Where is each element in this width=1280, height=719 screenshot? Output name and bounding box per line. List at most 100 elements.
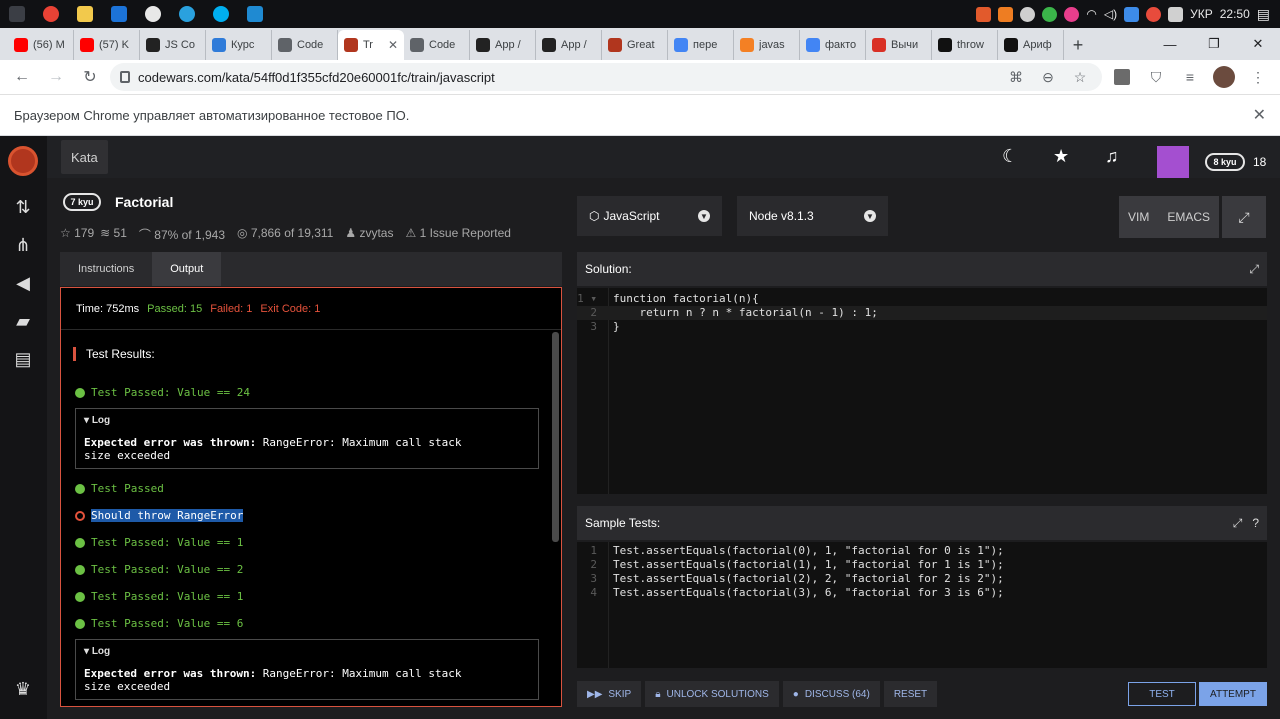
notifications-bell-icon[interactable]: ♫	[1105, 146, 1119, 167]
reading-list-icon[interactable]: ≡	[1176, 63, 1204, 91]
author-stat[interactable]: ♟ zvytas	[345, 226, 393, 243]
url-text[interactable]: codewars.com/kata/54ff0d1f355cfd20e60001…	[138, 70, 996, 85]
kumite-icon[interactable]: ⋔	[8, 230, 38, 260]
file-explorer-icon[interactable]	[68, 0, 102, 28]
attempt-button[interactable]: ATTEMPT	[1199, 682, 1267, 706]
log-toggle[interactable]: ▾ Log	[84, 646, 530, 657]
tray-app-icon[interactable]	[1020, 6, 1036, 22]
log-block[interactable]: ▾ Log Expected error was thrown: RangeEr…	[75, 639, 539, 700]
browser-tab[interactable]: App /	[470, 30, 536, 60]
fullscreen-icon[interactable]: ⤢	[1222, 196, 1266, 238]
wifi-icon[interactable]: ◠	[1086, 7, 1096, 21]
volume-icon[interactable]: ◁)	[1104, 7, 1117, 21]
bookmarks-icon[interactable]: ★	[1053, 146, 1069, 167]
browser-tab[interactable]: JS Co	[140, 30, 206, 60]
menu-icon[interactable]: ⋮	[1244, 63, 1272, 91]
close-icon[interactable]: ✕	[1253, 105, 1266, 125]
code-line[interactable]: 1 Test.assertEquals(factorial(0), 1, "fac…	[577, 544, 1267, 558]
tab-instructions[interactable]: Instructions	[60, 252, 152, 286]
trophy-icon[interactable]: ♛	[8, 674, 38, 704]
browser-tab[interactable]: Code	[272, 30, 338, 60]
profile-avatar[interactable]	[1210, 63, 1238, 91]
windows-start-icon[interactable]	[0, 0, 34, 28]
codewars-logo[interactable]	[8, 146, 38, 176]
lock-icon[interactable]	[120, 71, 130, 83]
issues-stat[interactable]: ⚠ 1 Issue Reported	[405, 226, 511, 243]
language-select[interactable]: ⬡ JavaScript ▼	[577, 196, 722, 236]
chrome-icon[interactable]	[34, 0, 68, 28]
minimize-icon[interactable]: —	[1148, 28, 1192, 60]
vscode-icon[interactable]	[238, 0, 272, 28]
kata-title[interactable]: Factorial	[115, 194, 173, 210]
clock[interactable]: 22:50	[1220, 7, 1250, 21]
runtime-select[interactable]: Node v8.1.3 ▼	[737, 196, 888, 236]
code-line[interactable]: 2 return n ? n * factorial(n - 1) : 1;	[577, 306, 1267, 320]
browser-tab[interactable]: Great	[602, 30, 668, 60]
output-scrollbar[interactable]	[552, 332, 559, 542]
browser-tab[interactable]: throw	[932, 30, 998, 60]
notifications-icon[interactable]: ▤	[1257, 6, 1270, 23]
browser-tab[interactable]: факто	[800, 30, 866, 60]
code-line[interactable]: 2 Test.assertEquals(factorial(1), 1, "fac…	[577, 558, 1267, 572]
solution-editor[interactable]: 1 ▾ function factorial(n){ 2 return n ? n…	[577, 288, 1267, 494]
language-indicator[interactable]: УКР	[1190, 7, 1213, 21]
test-button[interactable]: TEST	[1128, 682, 1196, 706]
tray-app-icon[interactable]	[1064, 6, 1080, 22]
user-avatar[interactable]	[1157, 146, 1189, 178]
unlock-solutions-button[interactable]: 🔒︎ UNLOCK SOLUTIONS	[645, 681, 779, 707]
tray-app-icon[interactable]	[998, 6, 1014, 22]
address-bar[interactable]: codewars.com/kata/54ff0d1f355cfd20e60001…	[110, 63, 1102, 91]
browser-tab[interactable]: Tr ✕	[338, 30, 404, 60]
reload-icon[interactable]: ↻	[76, 63, 104, 91]
browser-tab[interactable]: (57) K	[74, 30, 140, 60]
zoom-icon[interactable]: ⊖	[1036, 65, 1060, 89]
tray-check-icon[interactable]	[1042, 6, 1058, 22]
sample-tests-editor[interactable]: 1 Test.assertEquals(factorial(0), 1, "fac…	[577, 542, 1267, 668]
telegram-icon[interactable]	[170, 0, 204, 28]
chat-icon[interactable]: ▰	[8, 306, 38, 336]
browser-tab[interactable]: Курс	[206, 30, 272, 60]
log-toggle[interactable]: ▾ Log	[84, 415, 530, 426]
log-block[interactable]: ▾ Log Expected error was thrown: RangeEr…	[75, 408, 539, 469]
emacs-mode-button[interactable]: EMACS	[1167, 210, 1210, 224]
tray-app-icon[interactable]	[1168, 6, 1184, 22]
bookmark-star-icon[interactable]: ☆	[1068, 65, 1092, 89]
extension-g-icon[interactable]	[1108, 63, 1136, 91]
browser-tab[interactable]: Ариф	[998, 30, 1064, 60]
photoshop-icon[interactable]	[102, 0, 136, 28]
skip-button[interactable]: ▶▶ SKIP	[577, 681, 642, 707]
browser-tab[interactable]: App /	[536, 30, 602, 60]
browser-tab[interactable]: javas	[734, 30, 800, 60]
reset-button[interactable]: RESET	[883, 681, 938, 707]
collections-stat[interactable]: ≋ 51	[100, 226, 127, 243]
tab-output[interactable]: Output	[152, 252, 222, 286]
stars-stat[interactable]: ☆ 179	[60, 226, 94, 243]
nav-kata[interactable]: Kata	[61, 140, 108, 174]
code-line[interactable]: 3}	[577, 320, 1267, 334]
tray-app-icon[interactable]	[1146, 6, 1162, 22]
code-line[interactable]: 3 Test.assertEquals(factorial(2), 2, "fac…	[577, 572, 1267, 586]
tray-app-icon[interactable]	[1124, 6, 1140, 22]
code-line[interactable]: 1 ▾ function factorial(n){	[577, 292, 1267, 306]
back-icon[interactable]: ←	[8, 63, 36, 91]
expand-icon[interactable]: ⤢	[1233, 516, 1243, 531]
docs-icon[interactable]: ▤	[8, 344, 38, 374]
new-tab-button[interactable]: +	[1064, 30, 1092, 60]
skype-icon[interactable]	[204, 0, 238, 28]
extension-shield-icon[interactable]: ⛉	[1142, 63, 1170, 91]
announcements-icon[interactable]: ◀	[8, 268, 38, 298]
expand-icon[interactable]: ⤢	[1249, 262, 1259, 277]
restore-icon[interactable]: ❐	[1192, 28, 1236, 60]
browser-tab[interactable]: Вычи	[866, 30, 932, 60]
tray-app-icon[interactable]	[976, 6, 992, 22]
discuss-button[interactable]: ● DISCUSS (64)	[782, 681, 880, 707]
close-window-icon[interactable]: ✕	[1236, 28, 1280, 60]
practice-icon[interactable]: ⇅	[8, 192, 38, 222]
help-icon[interactable]: ?	[1252, 516, 1259, 531]
close-tab-icon[interactable]: ✕	[388, 38, 398, 52]
browser-tab[interactable]: Code	[404, 30, 470, 60]
dark-mode-icon[interactable]: ☾	[1002, 146, 1018, 167]
browser-tab[interactable]: (56) M	[8, 30, 74, 60]
translate-icon[interactable]: ⌘	[1004, 65, 1028, 89]
vim-mode-button[interactable]: VIM	[1128, 210, 1149, 224]
